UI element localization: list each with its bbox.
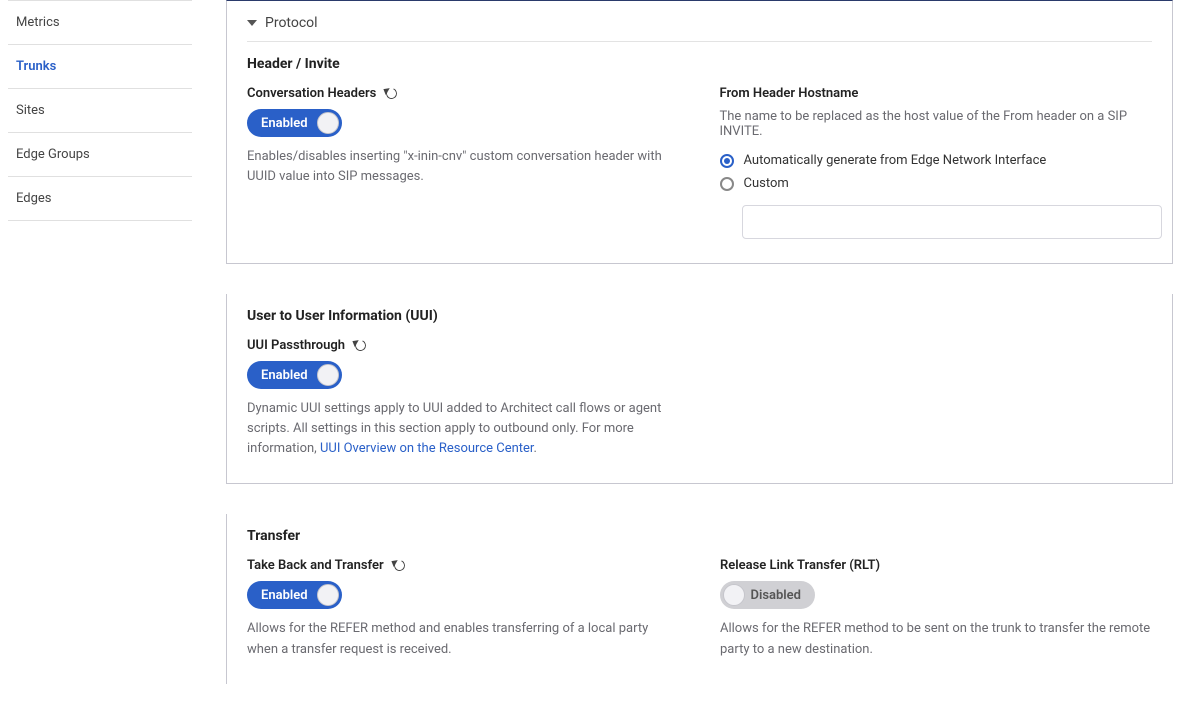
sidebar-item-label: Sites [16, 103, 45, 118]
uui-overview-link[interactable]: UUI Overview on the Resource Center [320, 441, 534, 456]
toggle-state: Enabled [261, 588, 308, 603]
sidebar-item-label: Trunks [16, 59, 56, 74]
radio-label: Automatically generate from Edge Network… [744, 153, 1047, 168]
sidebar-item-sites[interactable]: Sites [8, 89, 192, 133]
reset-icon[interactable] [354, 338, 368, 352]
conversation-headers-label: Conversation Headers [247, 86, 680, 101]
toggle-knob [723, 584, 745, 606]
sidebar-item-edges[interactable]: Edges [8, 177, 192, 221]
sidebar-item-label: Metrics [16, 15, 60, 30]
protocol-panel: Protocol Header / Invite Conversation He… [226, 0, 1173, 264]
radio-icon [720, 154, 734, 168]
toggle-state: Disabled [750, 588, 801, 603]
uui-passthrough-help: Dynamic UUI settings apply to UUI added … [247, 399, 687, 459]
from-header-custom-input[interactable] [742, 205, 1162, 239]
sidebar-item-trunks[interactable]: Trunks [8, 45, 192, 89]
toggle-knob [317, 364, 339, 386]
transfer-heading: Transfer [247, 528, 1153, 544]
sidebar-item-edge-groups[interactable]: Edge Groups [8, 133, 192, 177]
from-header-radio-custom[interactable]: Custom [720, 176, 1153, 191]
take-back-help: Allows for the REFER method and enables … [247, 619, 680, 659]
main-content: Protocol Header / Invite Conversation He… [200, 0, 1199, 714]
header-invite-heading: Header / Invite [247, 56, 1152, 72]
toggle-state: Enabled [261, 116, 308, 131]
radio-label: Custom [744, 176, 789, 191]
from-header-label: From Header Hostname [720, 86, 1153, 101]
radio-icon [720, 177, 734, 191]
rlt-toggle[interactable]: Disabled [720, 581, 815, 609]
transfer-panel: Transfer Take Back and Transfer Enabled … [226, 514, 1173, 683]
uui-passthrough-label: UUI Passthrough [247, 338, 1152, 353]
toggle-knob [317, 584, 339, 606]
reset-icon[interactable] [385, 86, 399, 100]
sidebar-item-metrics[interactable]: Metrics [8, 0, 192, 45]
conversation-headers-toggle[interactable]: Enabled [247, 109, 342, 137]
toggle-knob [317, 112, 339, 134]
take-back-label: Take Back and Transfer [247, 558, 680, 573]
protocol-collapse-row[interactable]: Protocol [247, 15, 1152, 42]
sidebar-item-label: Edge Groups [16, 147, 90, 162]
reset-icon[interactable] [392, 559, 406, 573]
caret-down-icon [247, 20, 257, 26]
protocol-title: Protocol [265, 15, 318, 31]
from-header-sub: The name to be replaced as the host valu… [720, 109, 1153, 139]
uui-passthrough-toggle[interactable]: Enabled [247, 361, 342, 389]
from-header-radio-auto[interactable]: Automatically generate from Edge Network… [720, 153, 1153, 168]
toggle-state: Enabled [261, 368, 308, 383]
sidebar-item-label: Edges [16, 191, 52, 206]
conversation-headers-help: Enables/disables inserting "x-inin-cnv" … [247, 147, 680, 187]
rlt-help: Allows for the REFER method to be sent o… [720, 619, 1153, 659]
uui-panel: User to User Information (UUI) UUI Passt… [226, 294, 1173, 484]
take-back-toggle[interactable]: Enabled [247, 581, 342, 609]
sidebar: Metrics Trunks Sites Edge Groups Edges [0, 0, 200, 714]
rlt-label: Release Link Transfer (RLT) [720, 558, 1153, 573]
uui-heading: User to User Information (UUI) [247, 308, 1152, 324]
